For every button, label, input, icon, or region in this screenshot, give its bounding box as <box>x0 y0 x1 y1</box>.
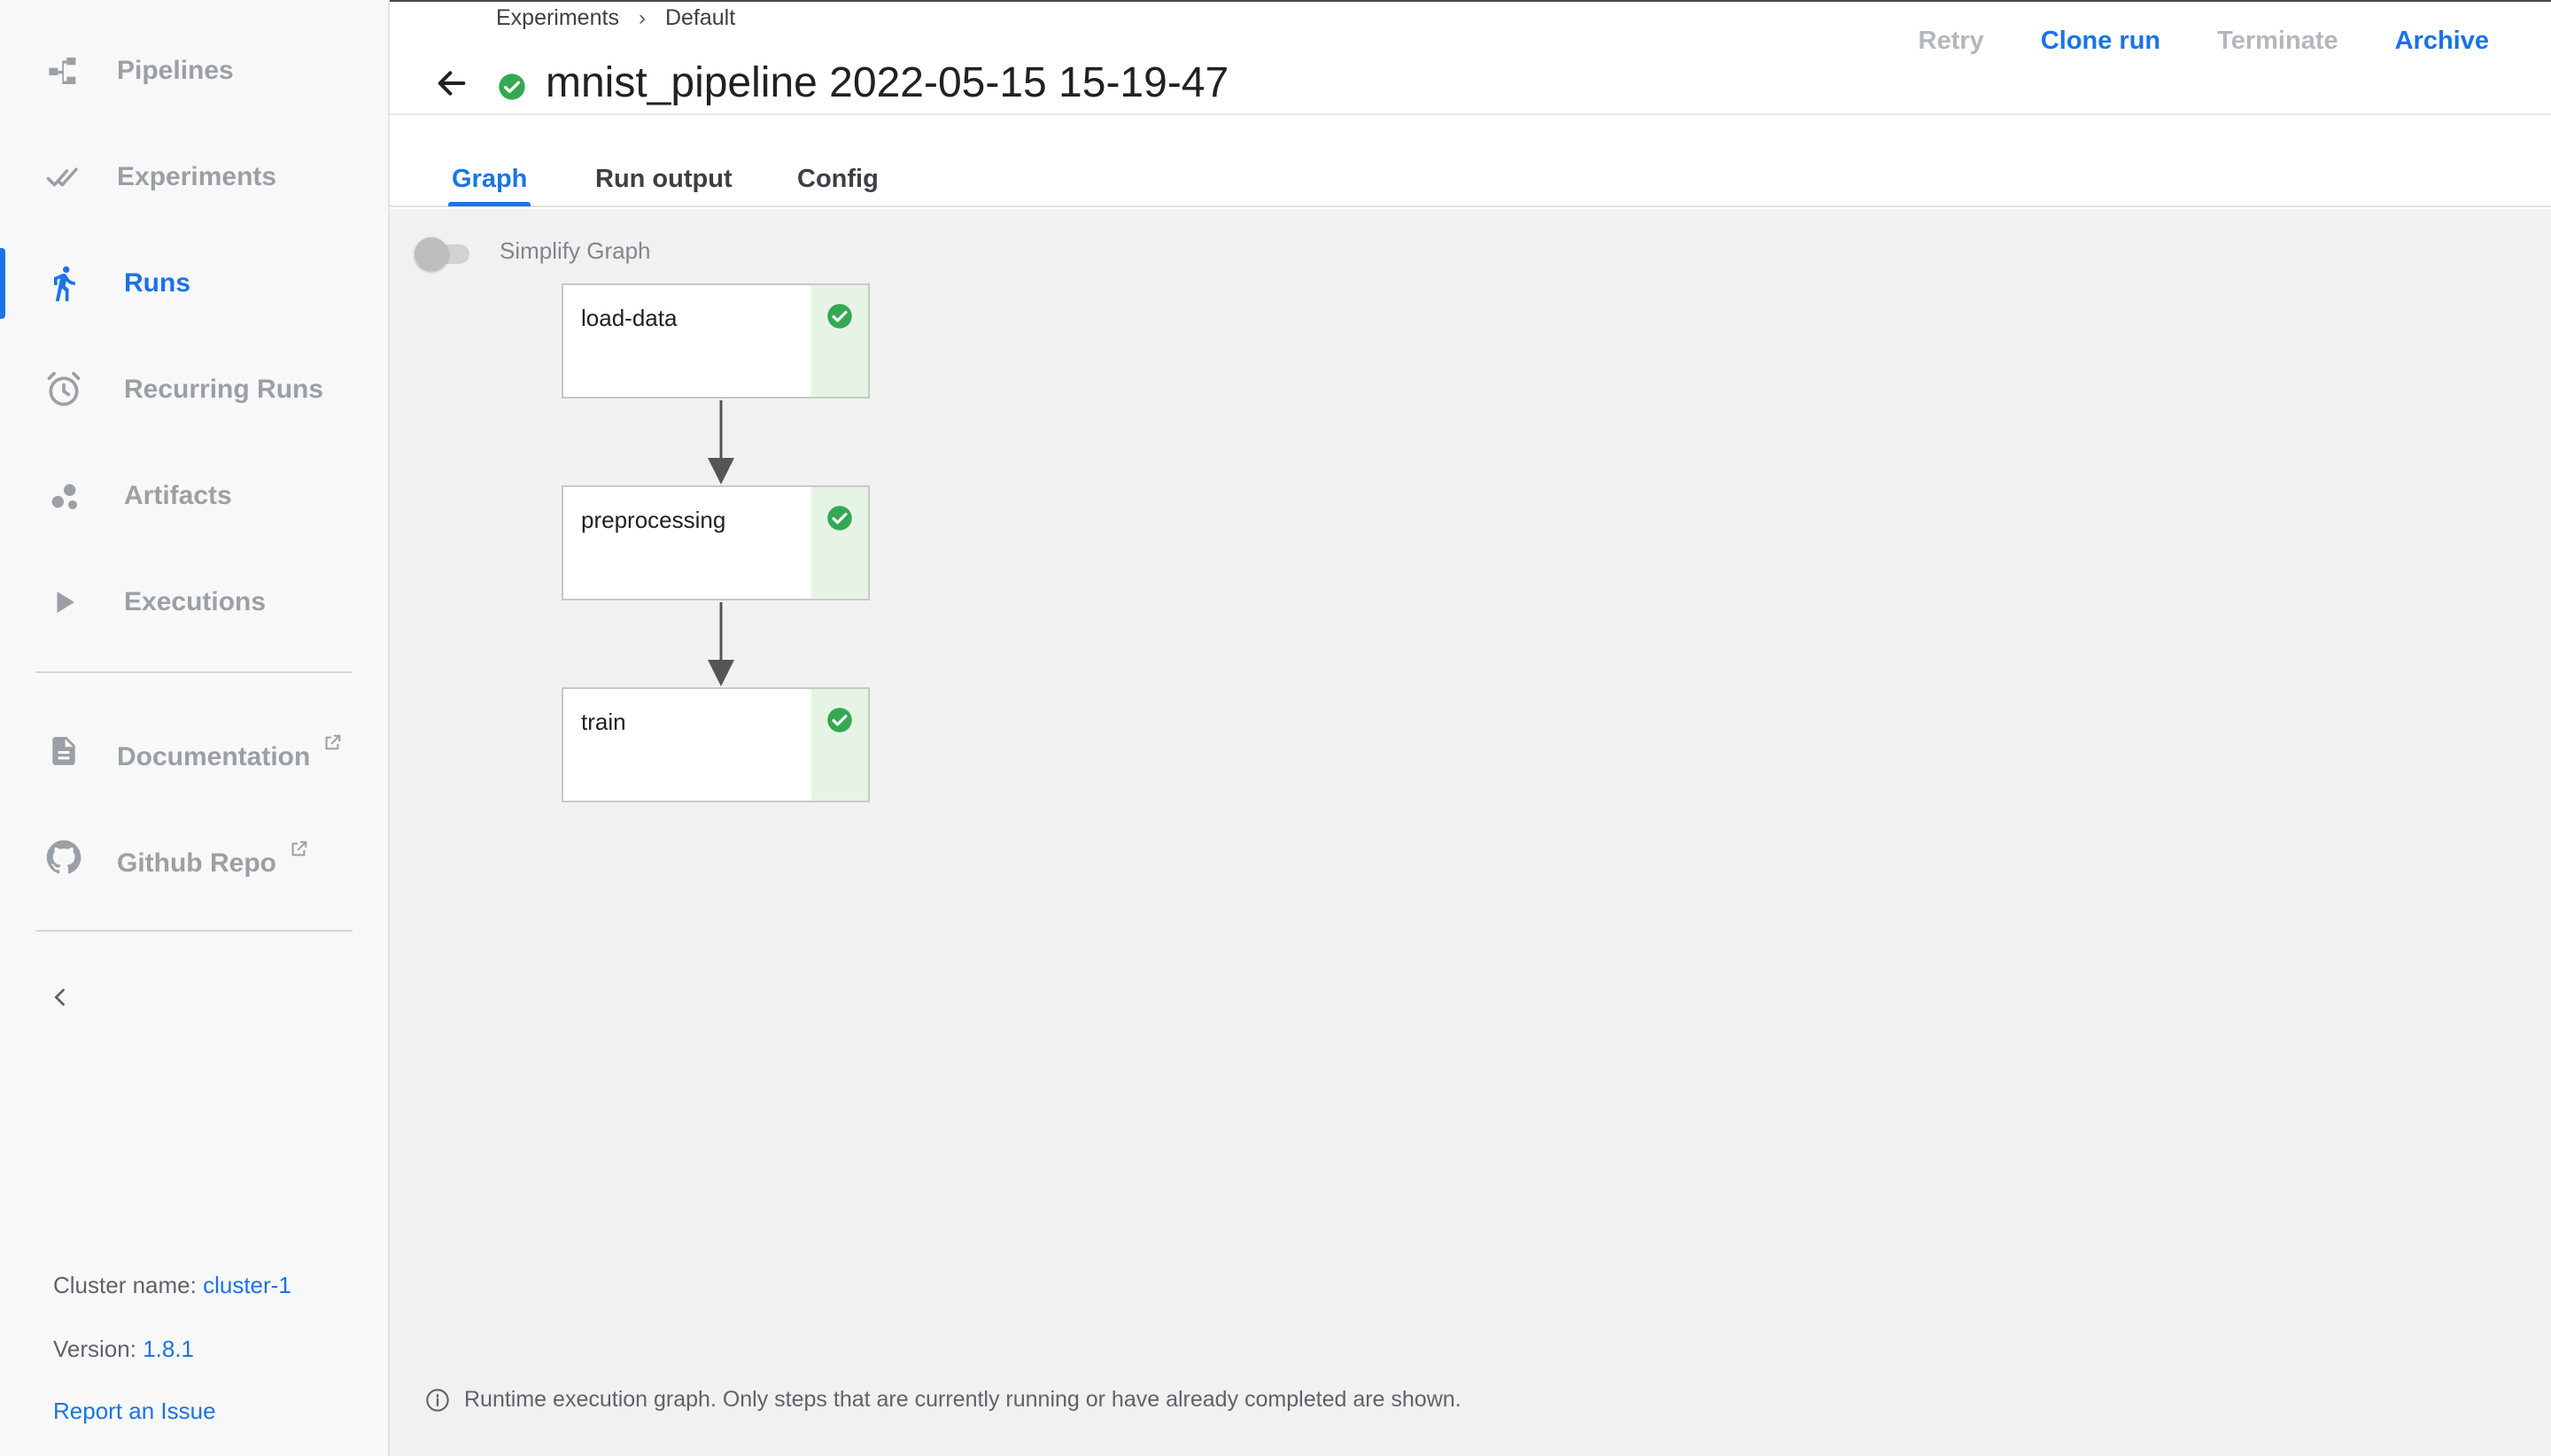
cluster-name: Cluster name: cluster-1 <box>53 1272 291 1298</box>
sidebar-link-github-repo[interactable]: Github Repo <box>0 822 388 893</box>
node-label: train <box>581 709 626 735</box>
success-check-icon <box>827 708 852 732</box>
tab-config[interactable]: Config <box>797 165 879 194</box>
graph-info-message: Runtime execution graph. Only steps that… <box>425 1387 1462 1413</box>
breadcrumb: Experiments › Default <box>496 5 735 31</box>
graph-node-load-data[interactable]: load-data <box>562 283 870 399</box>
success-check-icon <box>827 304 852 329</box>
tab-run-output[interactable]: Run output <box>595 165 733 194</box>
cluster-name-link[interactable]: cluster-1 <box>203 1272 291 1298</box>
version-link[interactable]: 1.8.1 <box>143 1336 194 1362</box>
sidebar-item-executions[interactable]: Executions <box>0 567 388 638</box>
external-link-icon <box>322 730 342 760</box>
sidebar-item-label: Recurring Runs <box>124 375 324 404</box>
arrow-left-icon <box>438 71 466 96</box>
chevron-left-icon <box>54 988 65 1006</box>
sidebar-item-label: Pipelines <box>117 56 234 85</box>
terminate-button[interactable]: Terminate <box>2217 27 2338 56</box>
external-link-icon <box>289 836 308 866</box>
page-title: mnist_pipeline 2022-05-15 15-19-47 <box>546 59 1229 106</box>
graph-node-preprocessing[interactable]: preprocessing <box>562 485 870 600</box>
sidebar-item-experiments[interactable]: Experiments <box>0 142 388 213</box>
sidebar-link-label: Documentation <box>117 742 311 771</box>
sidebar-item-label: Artifacts <box>124 481 232 510</box>
report-issue-link[interactable]: Report an Issue <box>53 1398 216 1425</box>
node-status <box>811 689 868 801</box>
graph-node-train[interactable]: train <box>562 687 870 802</box>
clone-run-button[interactable]: Clone run <box>2041 27 2160 56</box>
github-icon <box>43 836 85 879</box>
sidebar-item-label: Executions <box>124 587 267 616</box>
node-status <box>811 487 868 599</box>
node-label: load-data <box>581 305 678 331</box>
chevron-right-icon: › <box>638 5 646 30</box>
graph-info-text: Runtime execution graph. Only steps that… <box>464 1387 1462 1412</box>
sidebar-item-recurring-runs[interactable]: Recurring Runs <box>0 354 388 425</box>
info-icon <box>426 1388 449 1412</box>
retry-button[interactable]: Retry <box>1919 27 1984 56</box>
sidebar-divider <box>35 930 353 932</box>
document-icon <box>43 730 85 772</box>
node-label: preprocessing <box>581 507 726 533</box>
sidebar-link-documentation[interactable]: Documentation <box>0 716 388 786</box>
play-icon <box>43 581 85 623</box>
graph-canvas: Simplify Graph load-data preprocessing t… <box>390 209 2551 1456</box>
run-actions: Retry Clone run Terminate Archive <box>1862 27 2489 56</box>
breadcrumb-experiments[interactable]: Experiments <box>496 5 619 31</box>
success-status-icon <box>498 73 526 101</box>
back-button[interactable] <box>432 64 471 103</box>
success-check-icon <box>827 506 852 531</box>
sidebar-item-runs[interactable]: Runs <box>0 248 388 319</box>
alarm-clock-icon <box>43 368 85 411</box>
sidebar-item-label: Runs <box>124 268 190 298</box>
pipelines-icon <box>43 50 85 92</box>
collapse-sidebar-button[interactable] <box>44 981 76 1013</box>
runs-icon <box>43 262 85 305</box>
sidebar-item-artifacts[interactable]: Artifacts <box>0 461 388 531</box>
sidebar-divider <box>35 671 353 673</box>
tab-bar: Graph Run output Config <box>390 115 2551 207</box>
tab-graph[interactable]: Graph <box>447 165 531 206</box>
sidebar-item-label: Experiments <box>117 162 277 191</box>
node-status <box>811 285 868 397</box>
version: Version: 1.8.1 <box>53 1336 195 1362</box>
sidebar: Pipelines Experiments Runs Recurring Run… <box>0 0 390 1456</box>
artifacts-icon <box>43 475 85 517</box>
archive-button[interactable]: Archive <box>2395 27 2489 56</box>
sidebar-item-pipelines[interactable]: Pipelines <box>0 35 388 106</box>
sidebar-link-label: Github Repo <box>117 848 276 878</box>
experiments-icon <box>43 156 85 198</box>
breadcrumb-default[interactable]: Default <box>665 5 735 31</box>
